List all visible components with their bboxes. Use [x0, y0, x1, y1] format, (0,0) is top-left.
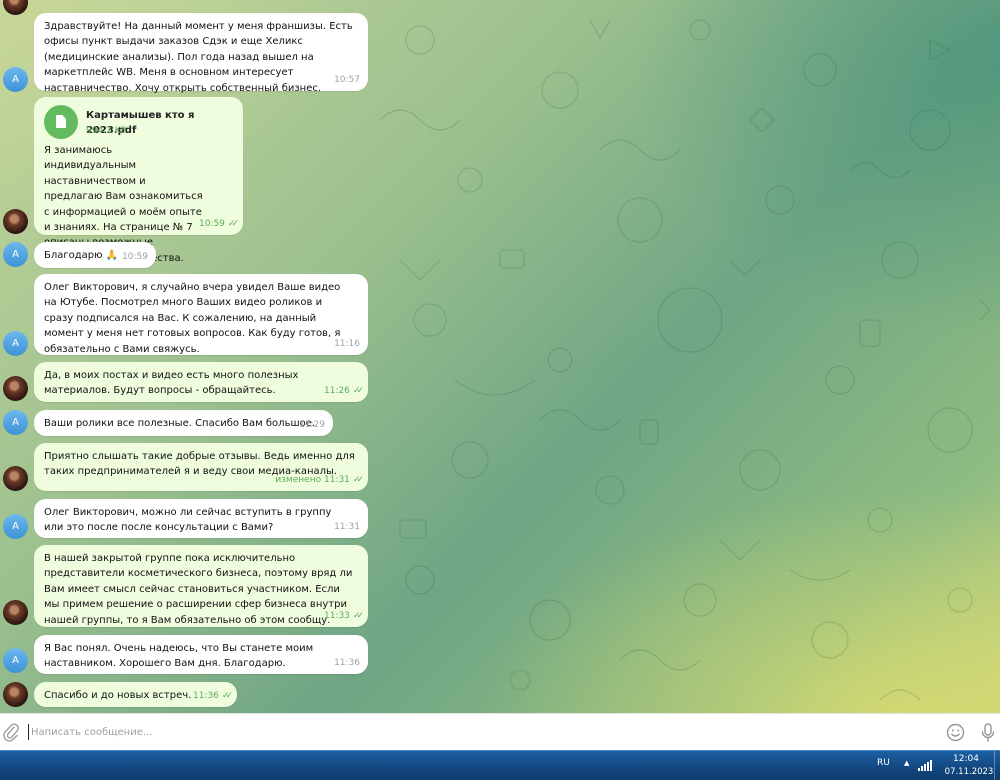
user-avatar-photo[interactable] — [3, 466, 28, 491]
message-bubble-outgoing[interactable]: Спасибо и до новых встреч. 11:36 ✓✓ — [34, 682, 237, 707]
message-time: 11:26 ✓✓ — [324, 384, 364, 399]
message-text: Да, в моих постах и видео есть много пол… — [44, 370, 299, 397]
message-time: 11:29 — [299, 419, 325, 430]
user-avatar-photo[interactable] — [3, 209, 28, 234]
sender-avatar-letter[interactable]: A — [3, 648, 28, 673]
show-desktop-button[interactable] — [994, 751, 1000, 780]
sender-avatar-letter[interactable]: A — [3, 410, 28, 435]
tray-arrow-icon[interactable]: ▲ — [904, 759, 909, 767]
message-text: Ваши ролики все полезные. Спасибо Вам бо… — [44, 418, 316, 429]
read-checks-icon: ✓✓ — [352, 474, 364, 485]
message-bubble-outgoing[interactable]: Да, в моих постах и видео есть много пол… — [34, 362, 368, 402]
user-avatar-photo[interactable] — [3, 682, 28, 707]
message-time: 11:33 ✓✓ — [324, 609, 364, 624]
message-bubble-incoming[interactable]: Олег Викторович, можно ли сейчас вступит… — [34, 499, 368, 538]
read-checks-icon: ✓✓ — [227, 218, 239, 229]
file-icon[interactable] — [44, 105, 78, 139]
user-avatar-photo[interactable] — [3, 600, 28, 625]
message-bubble-incoming[interactable]: Благодарю 🙏 10:59 — [34, 242, 156, 268]
paperclip-icon[interactable] — [2, 722, 20, 742]
sender-avatar-letter[interactable]: A — [3, 67, 28, 92]
message-text: Здравствуйте! На данный момент у меня фр… — [44, 21, 353, 94]
message-composer — [0, 713, 1000, 750]
read-checks-icon: ✓✓ — [221, 690, 233, 701]
message-time: 10:59 ✓✓ — [199, 217, 239, 232]
sender-avatar-letter[interactable]: A — [3, 514, 28, 539]
message-text: Я Вас понял. Очень надеюсь, что Вы стане… — [44, 643, 314, 670]
message-text: Олег Викторович, можно ли сейчас вступит… — [44, 507, 332, 534]
message-time: 11:36 ✓✓ — [193, 689, 233, 704]
message-bubble-outgoing[interactable]: В нашей закрытой группе пока исключитель… — [34, 545, 368, 627]
clock-date[interactable]: 07.11.2023 — [941, 767, 997, 777]
emoji-icon[interactable] — [946, 723, 965, 742]
message-bubble-incoming[interactable]: Ваши ролики все полезные. Спасибо Вам бо… — [34, 410, 333, 436]
message-input[interactable] — [31, 723, 891, 741]
message-time: 10:57 — [334, 74, 360, 85]
sender-avatar-letter[interactable]: A — [3, 331, 28, 356]
text-cursor — [28, 724, 29, 740]
message-bubble-incoming[interactable]: Я Вас понял. Очень надеюсь, что Вы стане… — [34, 635, 368, 674]
user-avatar-photo[interactable] — [3, 0, 28, 15]
message-time: 11:36 — [334, 657, 360, 668]
read-checks-icon: ✓✓ — [352, 610, 364, 621]
message-time: изменено 11:31 ✓✓ — [275, 473, 364, 488]
message-text: В нашей закрытой группе пока исключитель… — [44, 553, 353, 626]
windows-taskbar: RU ▲ 12:04 07.11.2023 — [0, 750, 1000, 780]
clock-time[interactable]: 12:04 — [941, 754, 991, 764]
message-bubble-incoming[interactable]: Здравствуйте! На данный момент у меня фр… — [34, 13, 368, 94]
file-size: 994.2 KB — [86, 126, 127, 136]
chat-area[interactable]: Здравствуйте! На данный момент у меня фр… — [0, 0, 1000, 713]
network-signal-icon[interactable] — [918, 760, 932, 771]
microphone-icon[interactable] — [980, 722, 996, 744]
message-time: 11:16 — [334, 338, 360, 349]
message-time: 10:59 — [122, 251, 148, 262]
language-indicator[interactable]: RU — [877, 758, 890, 768]
message-time: 11:31 — [334, 521, 360, 532]
sender-avatar-letter[interactable]: A — [3, 242, 28, 267]
message-bubble-incoming[interactable]: Олег Викторович, я случайно вчера увидел… — [34, 274, 368, 355]
message-bubble-outgoing[interactable]: Приятно слышать такие добрые отзывы. Вед… — [34, 443, 368, 491]
read-checks-icon: ✓✓ — [352, 385, 364, 396]
message-text: Олег Викторович, я случайно вчера увидел… — [44, 282, 341, 355]
message-bubble-outgoing[interactable]: Картамышев кто я 2023.pdf 994.2 KB Я зан… — [34, 97, 243, 264]
user-avatar-photo[interactable] — [3, 376, 28, 401]
